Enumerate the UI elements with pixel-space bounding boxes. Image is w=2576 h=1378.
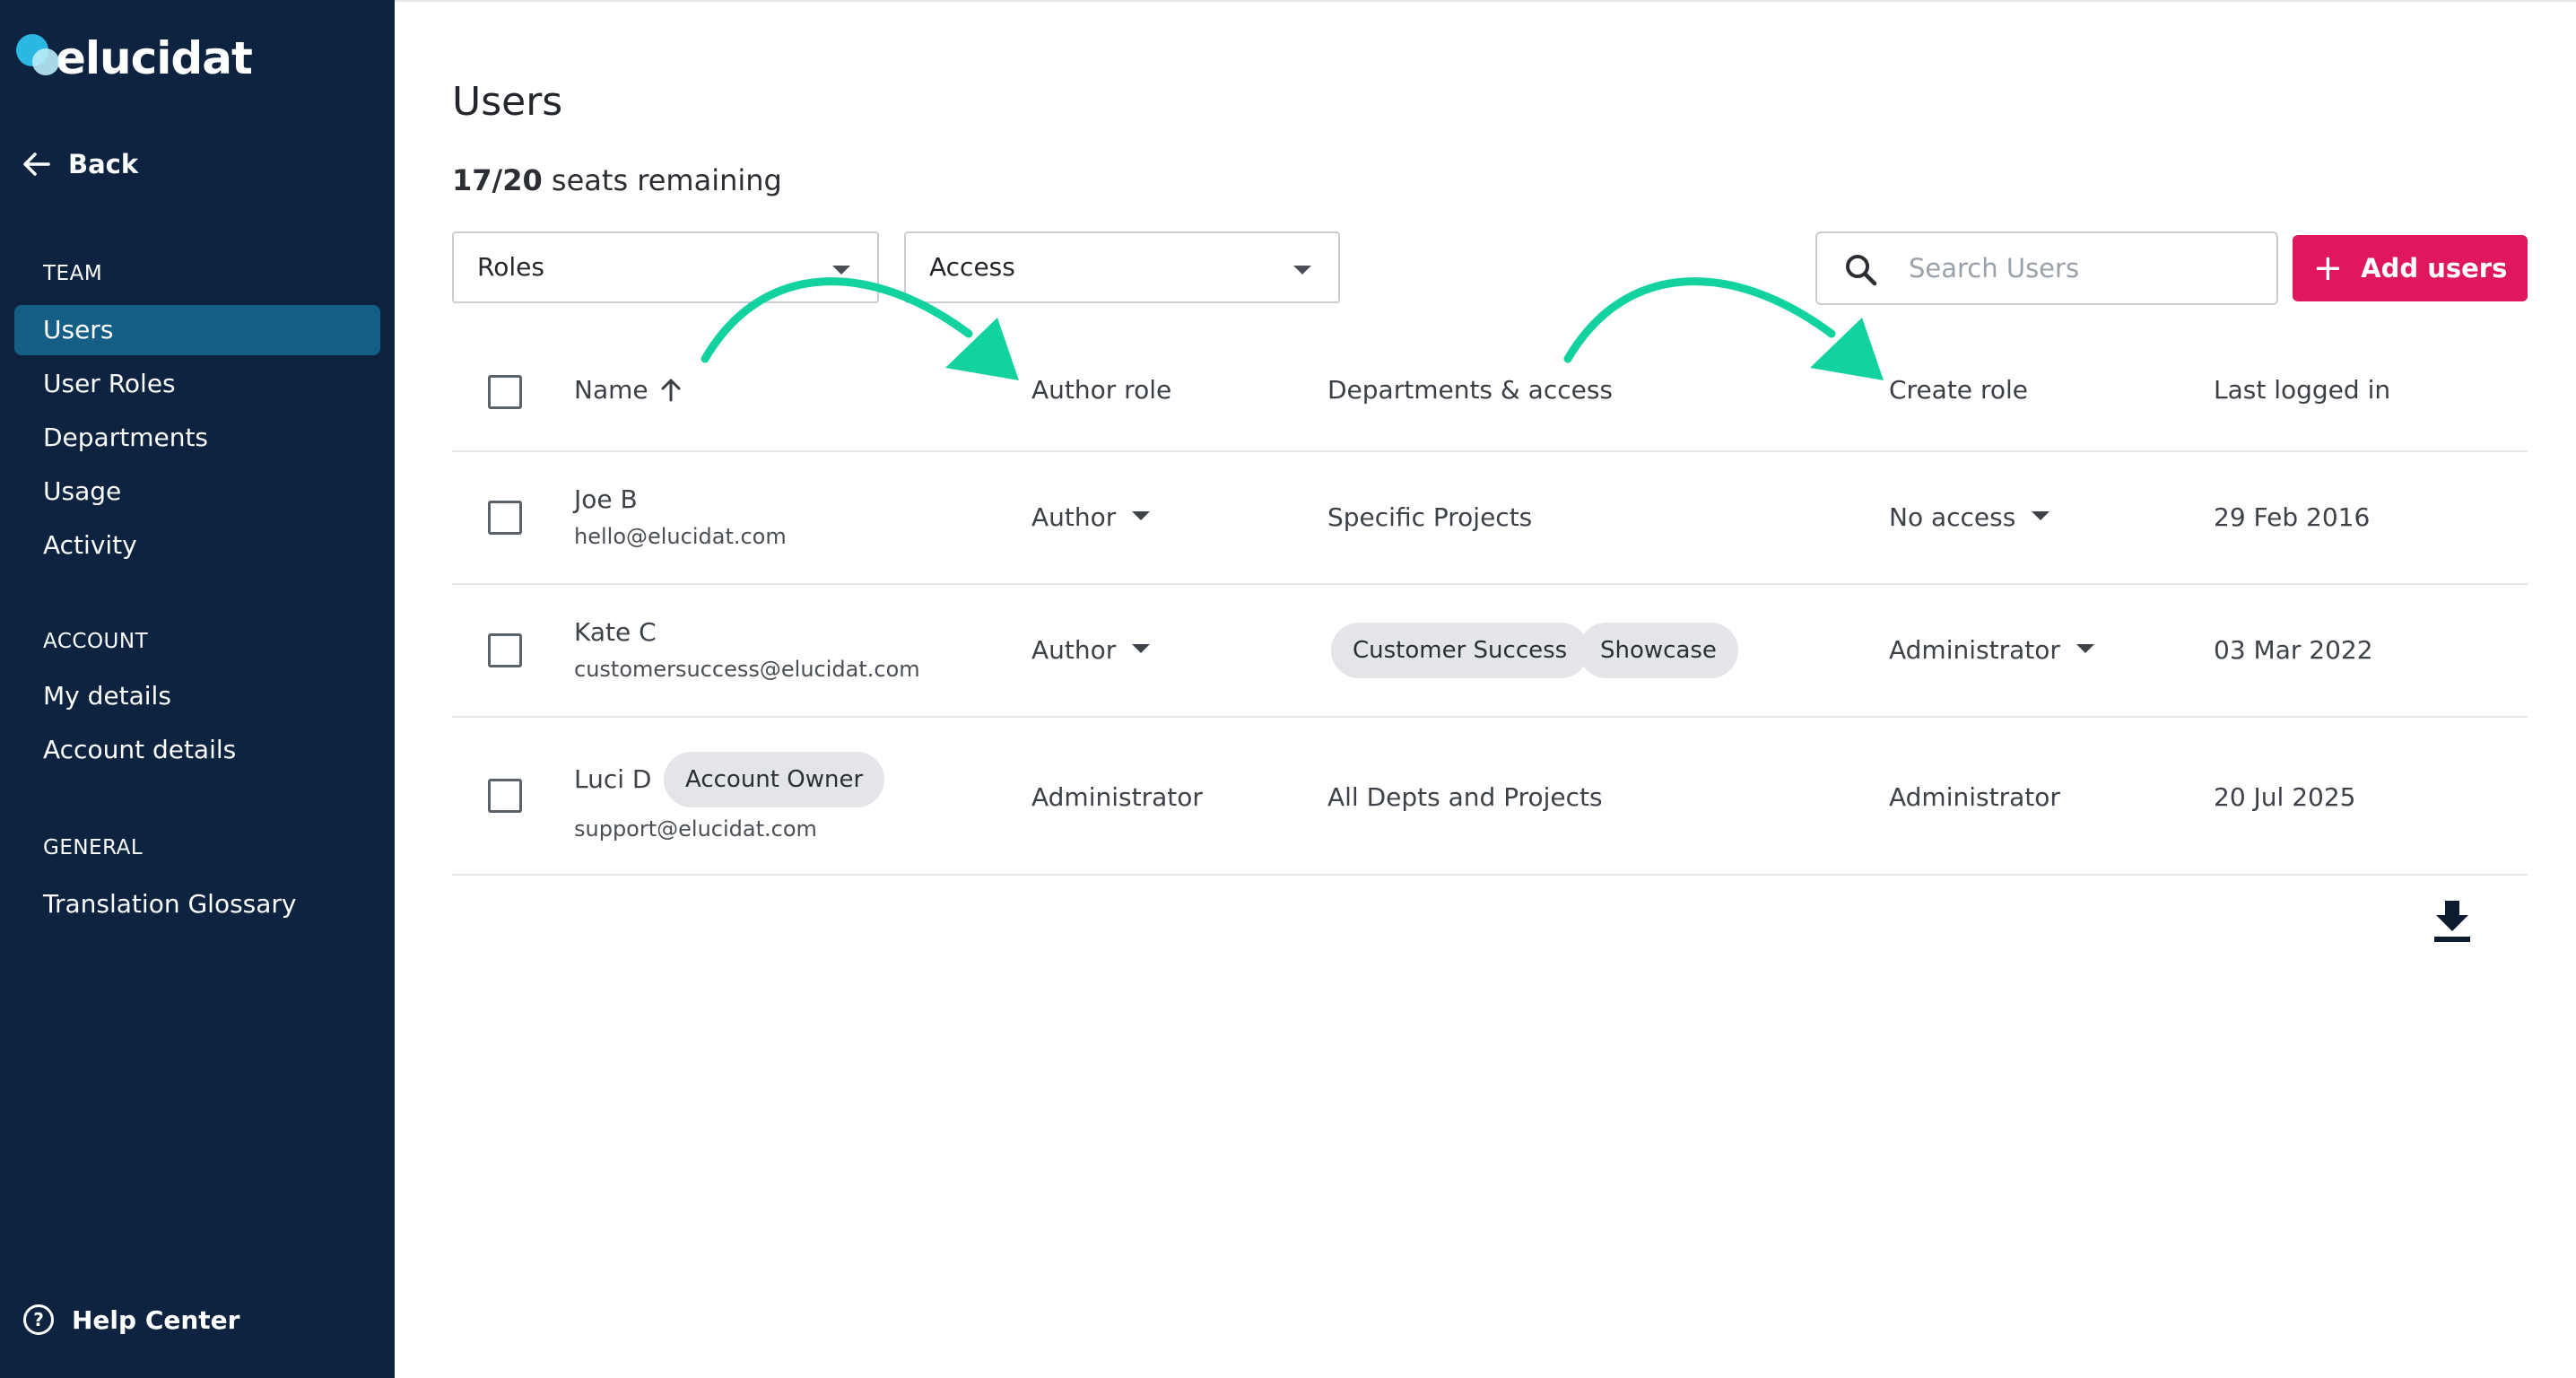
- search-icon: [1846, 255, 1877, 286]
- account-owner-badge: Account Owner: [664, 752, 885, 807]
- sidebar-item-departments[interactable]: Departments: [14, 413, 380, 463]
- roles-filter-label: Roles: [477, 252, 544, 282]
- sidebar-item-usage[interactable]: Usage: [14, 467, 380, 517]
- sidebar-item-activity[interactable]: Activity: [14, 520, 380, 571]
- sidebar: elucidat Back TEAM Users User Roles Depa…: [0, 0, 395, 1378]
- sidebar-item-account-details[interactable]: Account details: [14, 725, 380, 775]
- column-header-departments: Departments & access: [1327, 375, 1614, 405]
- question-circle-icon: ?: [23, 1304, 54, 1335]
- last-logged-in: 29 Feb 2016: [2214, 502, 2371, 532]
- caret-down-icon: [832, 266, 850, 275]
- logo-wordmark: elucidat: [56, 32, 253, 84]
- create-role-dropdown[interactable]: Administrator: [1889, 635, 2094, 665]
- select-all-checkbox[interactable]: [488, 375, 522, 409]
- column-header-author-role: Author role: [1031, 375, 1172, 405]
- main-content: Users 17/20 seats remaining Roles Access…: [395, 0, 2576, 1378]
- sidebar-item-translation-glossary[interactable]: Translation Glossary: [14, 879, 380, 929]
- user-email: support@elucidat.com: [574, 816, 817, 842]
- back-link[interactable]: Back: [23, 149, 138, 179]
- user-name: Luci D: [574, 764, 652, 794]
- departments-access: Specific Projects: [1327, 502, 1533, 532]
- section-label-team: TEAM: [43, 262, 103, 285]
- arrow-left-icon: [23, 153, 50, 176]
- row-checkbox[interactable]: [488, 633, 522, 667]
- department-chip: Customer Success: [1331, 623, 1589, 678]
- back-label: Back: [68, 149, 139, 179]
- access-filter-label: Access: [929, 252, 1015, 282]
- author-role-dropdown[interactable]: Author: [1031, 502, 1151, 532]
- column-header-last-logged-in: Last logged in: [2214, 375, 2391, 405]
- page-title: Users: [452, 79, 563, 125]
- section-label-account: ACCOUNT: [43, 630, 149, 653]
- seats-count: 17/20: [452, 163, 543, 197]
- help-center-link[interactable]: ? Help Center: [23, 1304, 239, 1335]
- last-logged-in: 03 Mar 2022: [2214, 635, 2373, 665]
- seats-remaining: 17/20 seats remaining: [452, 163, 782, 197]
- user-name: Kate C: [574, 617, 657, 647]
- sidebar-item-user-roles[interactable]: User Roles: [14, 359, 380, 409]
- departments-access: All Depts and Projects: [1327, 782, 1603, 812]
- add-users-label: Add users: [2361, 253, 2508, 283]
- section-label-general: GENERAL: [43, 836, 144, 859]
- download-icon[interactable]: [2432, 899, 2472, 944]
- create-role-value: Administrator: [1889, 782, 2060, 812]
- sidebar-item-users[interactable]: Users: [14, 305, 380, 355]
- last-logged-in: 20 Jul 2025: [2214, 782, 2356, 812]
- create-role-dropdown[interactable]: No access: [1889, 502, 2050, 532]
- sidebar-item-my-details[interactable]: My details: [14, 671, 380, 721]
- divider: [452, 583, 2528, 585]
- author-role-value: Author: [1031, 502, 1117, 532]
- seats-text: seats remaining: [551, 163, 782, 197]
- caret-down-icon: [1293, 266, 1311, 275]
- caret-down-icon: [1132, 644, 1151, 653]
- author-role-value: Author: [1031, 635, 1117, 665]
- author-role-dropdown[interactable]: Author: [1031, 635, 1151, 665]
- logo-mark-icon: [16, 31, 61, 81]
- column-header-create-role: Create role: [1889, 375, 2028, 405]
- department-chip: Showcase: [1579, 623, 1738, 678]
- user-name: Joe B: [574, 484, 638, 514]
- row-checkbox[interactable]: [488, 501, 522, 535]
- author-role-value: Administrator: [1031, 782, 1203, 812]
- plus-icon: +: [2312, 248, 2344, 289]
- caret-down-icon: [2076, 644, 2094, 653]
- user-email: customersuccess@elucidat.com: [574, 657, 920, 682]
- create-role-value: No access: [1889, 502, 2016, 532]
- column-header-name-label: Name: [574, 375, 648, 405]
- divider: [452, 874, 2528, 876]
- divider: [452, 716, 2528, 718]
- search-input[interactable]: [1909, 246, 2258, 291]
- sort-arrow-up-icon: [661, 379, 681, 401]
- add-users-button[interactable]: + Add users: [2293, 235, 2528, 301]
- column-header-name[interactable]: Name: [574, 375, 681, 405]
- access-filter-select[interactable]: Access: [904, 231, 1340, 303]
- create-role-value: Administrator: [1889, 635, 2060, 665]
- search-box: [1815, 231, 2278, 305]
- divider: [452, 450, 2528, 452]
- elucidat-logo[interactable]: elucidat: [16, 27, 253, 84]
- caret-down-icon: [1132, 511, 1151, 520]
- caret-down-icon: [2032, 511, 2050, 520]
- user-email: hello@elucidat.com: [574, 524, 787, 549]
- roles-filter-select[interactable]: Roles: [452, 231, 879, 303]
- help-center-label: Help Center: [72, 1304, 240, 1335]
- row-checkbox[interactable]: [488, 779, 522, 813]
